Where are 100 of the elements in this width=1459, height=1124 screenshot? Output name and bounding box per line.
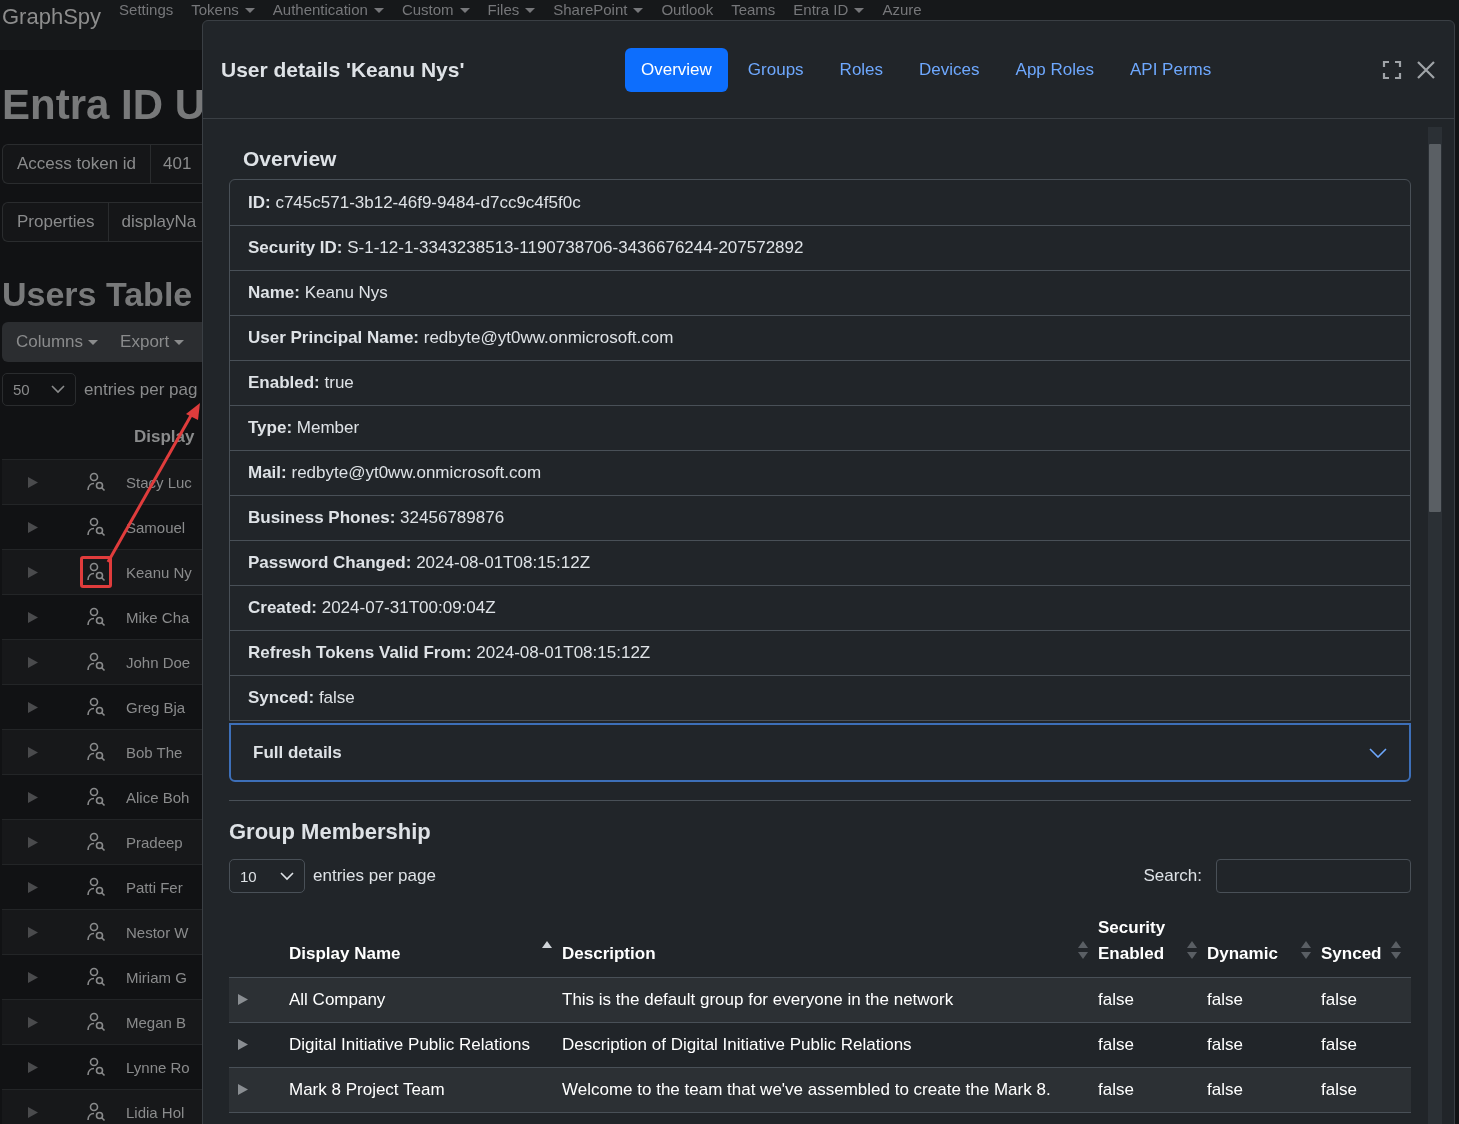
column-header[interactable]: Display Name [289, 941, 401, 967]
expand-icon[interactable] [28, 611, 38, 623]
caret-icon [88, 339, 99, 345]
tab[interactable]: Groups [731, 47, 820, 92]
user-row[interactable]: Lidia Hol [2, 1089, 202, 1124]
user-name: Samouel [126, 518, 186, 536]
tab[interactable]: API Perms [1114, 47, 1228, 92]
user-search-icon[interactable] [86, 967, 106, 987]
tab[interactable]: Devices [903, 47, 996, 92]
toolbar-button[interactable]: Columns [16, 332, 99, 352]
table-cell: This is the default group for everyone in the network [562, 990, 954, 1009]
expand-icon[interactable] [28, 701, 38, 713]
column-header[interactable]: Dynamic [1207, 941, 1278, 967]
expand-icon[interactable] [28, 926, 38, 938]
tab[interactable]: Overview [625, 47, 728, 92]
user-row[interactable]: Pradeep [2, 819, 202, 864]
user-search-icon[interactable] [86, 697, 106, 717]
toolbar-button[interactable]: Export [120, 332, 185, 352]
search-field[interactable] [1216, 859, 1411, 893]
expand-icon[interactable] [28, 521, 38, 533]
expand-icon[interactable] [28, 746, 38, 758]
user-name: Mike Cha [126, 608, 190, 626]
scrollbar-thumb[interactable] [1429, 144, 1441, 512]
detail-row: User Principal Name: redbyte@yt0ww.onmicrosoft.com [230, 315, 1410, 360]
table-cell: false [1207, 1080, 1243, 1099]
expand-icon[interactable] [28, 971, 38, 983]
chevron-down-icon [1369, 747, 1387, 758]
accordion-toggle[interactable]: Full details [229, 723, 1411, 782]
user-search-icon[interactable] [86, 922, 106, 942]
expand-icon[interactable] [28, 836, 38, 848]
user-row[interactable]: Megan B [2, 999, 202, 1044]
expand-icon[interactable] [28, 1061, 38, 1073]
expand-icon[interactable] [28, 1106, 38, 1118]
user-search-icon[interactable] [86, 787, 106, 807]
close-icon [1416, 59, 1436, 80]
user-search-icon[interactable] [86, 652, 106, 672]
user-name: Greg Bja [126, 698, 186, 716]
expand-icon[interactable] [28, 566, 38, 578]
nav-item[interactable]: Files [487, 2, 536, 18]
user-search-icon[interactable] [86, 562, 106, 582]
column-header[interactable]: Description [562, 941, 656, 967]
user-search-icon[interactable] [86, 1012, 106, 1032]
close-button[interactable] [1416, 59, 1436, 80]
nav-item[interactable]: Entra ID [793, 2, 865, 18]
nav-item[interactable]: Settings [119, 2, 174, 18]
expand-icon[interactable] [238, 1084, 248, 1095]
user-search-icon[interactable] [86, 607, 106, 627]
expand-icon[interactable] [238, 1039, 248, 1050]
user-row[interactable]: Bob The [2, 729, 202, 774]
nav-item[interactable]: Teams [731, 2, 776, 18]
column-header[interactable]: Synced [1321, 941, 1382, 967]
expand-icon[interactable] [28, 656, 38, 668]
nav-item[interactable]: Authentication [272, 2, 384, 18]
user-row[interactable]: Keanu Ny [2, 549, 202, 594]
user-name: Lidia Hol [126, 1103, 185, 1121]
search-label: Search: [1143, 866, 1202, 886]
dialog-title: User details 'Keanu Nys' [221, 57, 466, 82]
user-name: Lynne Ro [126, 1058, 190, 1076]
user-row[interactable]: Nestor W [2, 909, 202, 954]
column-header[interactable]: Security Enabled [1098, 915, 1199, 967]
detail-row: Enabled: true [230, 360, 1410, 405]
expand-icon[interactable] [28, 1016, 38, 1028]
nav-item[interactable]: Tokens [191, 2, 255, 18]
chevron-down-icon [51, 385, 65, 394]
expand-icon[interactable] [28, 791, 38, 803]
section-heading: Group Membership [229, 819, 432, 845]
table-cell: Mark 8 Project Team [289, 1080, 445, 1099]
brand-logo[interactable]: GraphSpy [2, 4, 102, 30]
expand-icon[interactable] [28, 476, 38, 488]
detail-row: Created: 2024-07-31T00:09:04Z [230, 585, 1410, 630]
tab[interactable]: App Roles [999, 47, 1110, 92]
user-name: Pradeep [126, 833, 183, 851]
detail-row: Security ID: S-1-12-1-3343238513-1190738706-3436676244-207572892 [230, 225, 1410, 270]
table-cell: false [1098, 990, 1134, 1009]
user-search-icon[interactable] [86, 472, 106, 492]
tab[interactable]: Roles [823, 47, 900, 92]
user-search-icon[interactable] [86, 1102, 106, 1122]
user-row[interactable]: John Doe [2, 639, 202, 684]
table-cell: Welcome to the team that we've assembled to create the Mark 8. [562, 1080, 1051, 1099]
nav-item[interactable]: SharePoint [553, 2, 644, 18]
user-search-icon[interactable] [86, 517, 106, 537]
chevron-down-icon [280, 871, 294, 881]
user-search-icon[interactable] [86, 832, 106, 852]
fullscreen-button[interactable] [1382, 59, 1402, 80]
user-search-icon[interactable] [86, 1057, 106, 1077]
expand-icon[interactable] [28, 881, 38, 893]
detail-row-text: ID: c745c571-3b12-46f9-9484-d7cc9c4f5f0c [247, 191, 582, 214]
table-cell: All Company [289, 990, 386, 1009]
detail-row: Refresh Tokens Valid From: 2024-08-01T08:15:12Z [230, 630, 1410, 675]
expand-icon[interactable] [238, 994, 248, 1005]
nav-item[interactable]: Outlook [661, 2, 714, 18]
nav-item[interactable]: Azure [882, 2, 922, 18]
scrollbar[interactable] [1428, 127, 1442, 1124]
user-name: Nestor W [126, 923, 189, 941]
nav-item[interactable]: Custom [401, 2, 470, 18]
page-size-select[interactable]: 50 [2, 373, 76, 406]
user-search-icon[interactable] [86, 742, 106, 762]
page-size-select[interactable]: 10 [229, 859, 305, 893]
page-title: Entra ID U [2, 80, 202, 130]
user-search-icon[interactable] [86, 877, 106, 897]
